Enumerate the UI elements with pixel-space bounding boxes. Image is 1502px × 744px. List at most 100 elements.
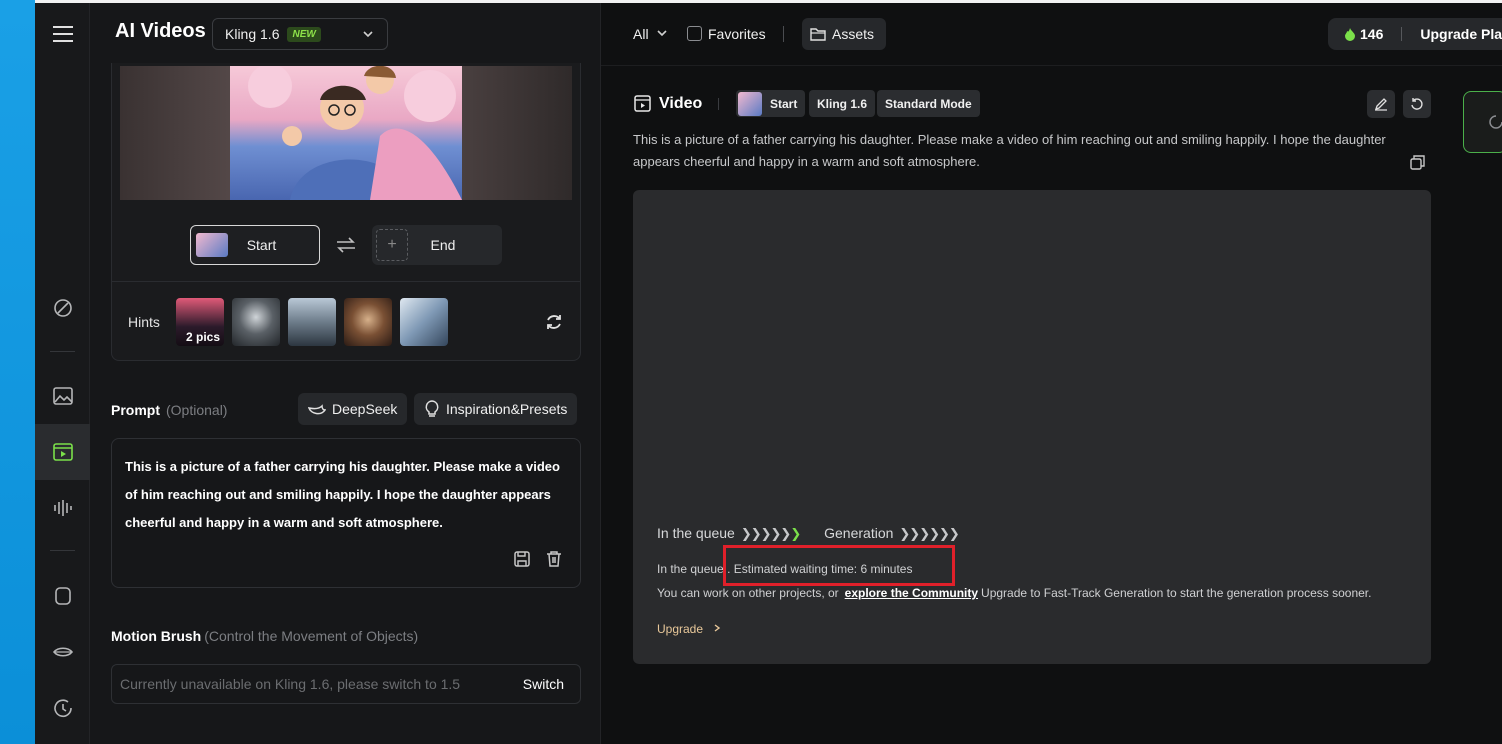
explore-community-link[interactable]: explore the Community — [845, 586, 978, 600]
model-select[interactable]: Kling 1.6 NEW — [212, 18, 388, 50]
chevron-right-icon — [714, 624, 721, 632]
start-frame-label: Start — [246, 237, 277, 253]
magic-wand-icon — [53, 299, 72, 317]
assets-label: Assets — [832, 26, 875, 42]
queue-status-prefix: In the queue — [657, 562, 724, 576]
image-preview[interactable] — [120, 66, 572, 200]
rail-divider — [50, 550, 75, 551]
chevron-down-icon — [363, 31, 373, 38]
nav-videos[interactable] — [35, 424, 90, 480]
work-notice: You can work on other projects, or explor… — [657, 586, 1371, 600]
video-section-title: Video — [659, 95, 703, 112]
header-divider — [783, 26, 784, 42]
queue-arrows: ❯❯❯❯❯❯ — [740, 526, 801, 541]
image-icon — [52, 387, 73, 405]
menu-button[interactable] — [35, 6, 90, 62]
deepseek-button[interactable]: DeepSeek — [298, 393, 408, 425]
hint-thumbnail[interactable] — [288, 298, 336, 346]
end-frame-button[interactable]: + End — [372, 225, 502, 265]
upgrade-link[interactable]: Upgrade — [657, 622, 722, 636]
history-icon — [53, 699, 72, 718]
hint-thumbnail[interactable] — [344, 298, 392, 346]
model-select-value: Kling 1.6 — [225, 26, 280, 42]
filter-all-label: All — [633, 26, 649, 42]
start-tag-thumbnail — [738, 91, 762, 116]
hamburger-icon — [52, 26, 73, 42]
uploaded-image — [230, 66, 462, 200]
copy-icon[interactable] — [1410, 155, 1425, 170]
model-tag: Kling 1.6 — [809, 90, 876, 117]
task-thumbnail[interactable] — [1463, 91, 1502, 153]
fast-track-text: Upgrade to Fast-Track Generation to star… — [981, 586, 1372, 600]
inspiration-presets-button[interactable]: Inspiration&Presets — [414, 393, 578, 425]
prompt-title: Prompt — [111, 402, 160, 418]
queue-step-label: In the queue — [657, 525, 735, 541]
work-text: You can work on other projects, or — [657, 586, 839, 600]
start-tag: Start — [736, 90, 806, 117]
hints-label: Hints — [128, 314, 160, 330]
video-icon — [52, 443, 73, 461]
edit-button[interactable] — [1367, 90, 1395, 118]
deepseek-label: DeepSeek — [332, 401, 398, 417]
nav-images[interactable] — [35, 368, 90, 424]
prompt-label: Prompt (Optional) — [111, 402, 227, 418]
progress-steps: In the queue ❯❯❯❯❯❯ Generation ❯❯❯❯❯❯ — [657, 525, 960, 542]
nav-models[interactable] — [35, 568, 90, 624]
motion-brush-label: Motion Brush (Control the Movement of Obj… — [111, 628, 418, 644]
upgrade-plan-button[interactable]: Upgrade Pla — [1420, 26, 1502, 42]
credits-bar[interactable]: 146 Upgrade Pla — [1328, 18, 1502, 50]
prompt-text: This is a picture of a father carrying h… — [125, 459, 560, 530]
video-icon — [634, 95, 651, 112]
mode-tag: Standard Mode — [877, 90, 980, 117]
save-icon[interactable] — [513, 550, 531, 568]
chevron-down-icon — [657, 30, 668, 37]
favorites-label[interactable]: Favorites — [708, 26, 766, 42]
assets-button[interactable]: Assets — [802, 18, 886, 50]
motion-brush-sub: (Control the Movement of Objects) — [204, 628, 419, 644]
header-border — [601, 65, 1502, 66]
generation-step-label: Generation — [824, 525, 894, 541]
lightbulb-icon — [425, 400, 439, 417]
start-frame-thumbnail — [196, 233, 228, 257]
page-title: AI Videos — [115, 20, 206, 42]
upgrade-label: Upgrade — [657, 622, 704, 636]
swap-icon[interactable] — [335, 235, 357, 255]
credits-count: 146 — [1360, 26, 1384, 42]
trash-icon[interactable] — [545, 550, 563, 568]
filter-all-dropdown[interactable]: All — [633, 26, 668, 42]
hint-count: 2 pics — [186, 330, 221, 344]
generation-arrows: ❯❯❯❯❯❯ — [899, 526, 959, 541]
nav-history[interactable] — [35, 680, 90, 736]
plus-icon: + — [376, 229, 408, 261]
motion-brush-title: Motion Brush — [111, 628, 202, 644]
sound-wave-icon — [53, 500, 72, 516]
start-frame-button[interactable]: Start — [190, 225, 320, 265]
hint-thumbnail[interactable] — [400, 298, 448, 346]
nav-effects[interactable] — [35, 280, 90, 336]
card-divider — [111, 281, 581, 282]
loading-spinner-icon — [1489, 115, 1502, 129]
motion-brush-field: Currently unavailable on Kling 1.6, plea… — [111, 664, 581, 704]
lips-icon — [52, 647, 73, 657]
father-daughter-illustration — [248, 66, 462, 200]
whale-icon — [308, 404, 326, 415]
rail-divider — [50, 351, 75, 352]
switch-button[interactable]: Switch — [523, 676, 564, 692]
end-frame-label: End — [430, 237, 456, 253]
nav-audio[interactable] — [35, 480, 90, 536]
video-description: This is a picture of a father carrying h… — [633, 132, 1386, 169]
inspiration-presets-label: Inspiration&Presets — [446, 401, 568, 417]
flame-icon — [1345, 28, 1355, 41]
desktop-edge — [0, 0, 35, 744]
start-tag-label: Start — [770, 96, 798, 111]
favorites-checkbox[interactable] — [687, 26, 702, 41]
prompt-optional: (Optional) — [166, 402, 228, 418]
new-badge: NEW — [287, 26, 321, 42]
prompt-textarea[interactable]: This is a picture of a father carrying h… — [111, 438, 581, 588]
undo-icon — [1411, 98, 1423, 110]
refresh-icon[interactable] — [544, 312, 564, 332]
folder-icon — [810, 28, 826, 41]
regenerate-button[interactable] — [1403, 90, 1431, 118]
nav-lipsync[interactable] — [35, 624, 90, 680]
hint-thumbnail[interactable] — [232, 298, 280, 346]
